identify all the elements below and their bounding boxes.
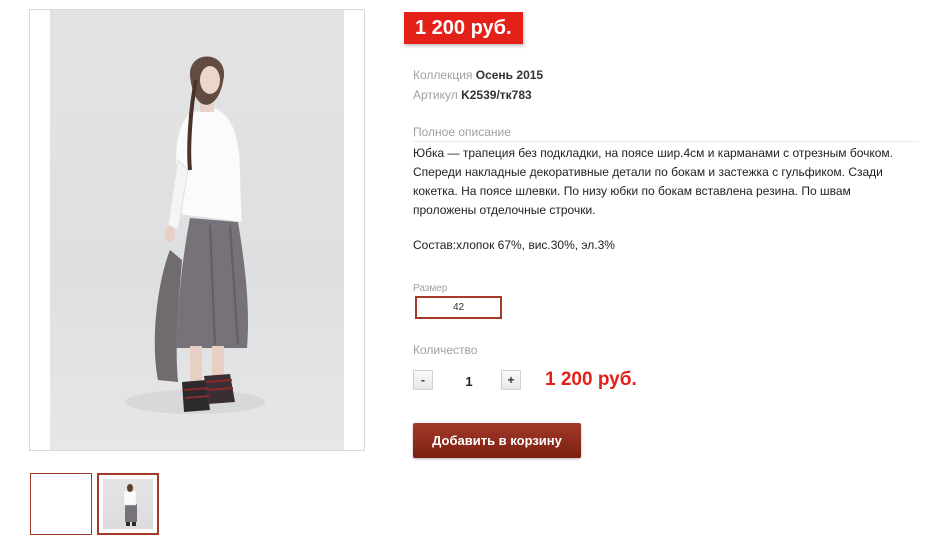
- model-illustration: [125, 56, 265, 414]
- model-thumbnail-illustration: [123, 484, 137, 526]
- composition-text: Состав:хлопок 67%, вис.30%, эл.3%: [413, 238, 615, 252]
- description-text: Юбка — трапеция без подкладки, на поясе …: [413, 146, 894, 217]
- quantity-input[interactable]: [440, 372, 498, 392]
- article-row: Артикул K2539/тк783: [413, 87, 532, 103]
- size-label: Размер: [413, 283, 448, 294]
- add-to-cart-button[interactable]: Добавить в корзину: [413, 423, 581, 458]
- collection-value: Осень 2015: [475, 68, 544, 82]
- product-photo-thumbnail: [103, 479, 153, 529]
- thumbnail-2[interactable]: [97, 473, 159, 535]
- collection-row: Коллекция Осень 2015: [413, 67, 543, 83]
- product-photo: [50, 10, 344, 450]
- total-price: 1 200 руб.: [545, 369, 637, 390]
- size-option-42[interactable]: 42: [415, 296, 502, 319]
- description-title: Полное описание: [413, 125, 919, 142]
- quantity-increase-button[interactable]: +: [501, 370, 521, 390]
- collection-label: Коллекция: [413, 68, 473, 82]
- thumbnail-1[interactable]: [30, 473, 92, 535]
- price-badge: 1 200 руб.: [404, 12, 523, 44]
- quantity-decrease-button[interactable]: -: [413, 370, 433, 390]
- quantity-label: Количество: [413, 343, 478, 357]
- article-label: Артикул: [413, 88, 458, 102]
- main-product-image[interactable]: [29, 9, 365, 451]
- article-value: K2539/тк783: [461, 88, 532, 102]
